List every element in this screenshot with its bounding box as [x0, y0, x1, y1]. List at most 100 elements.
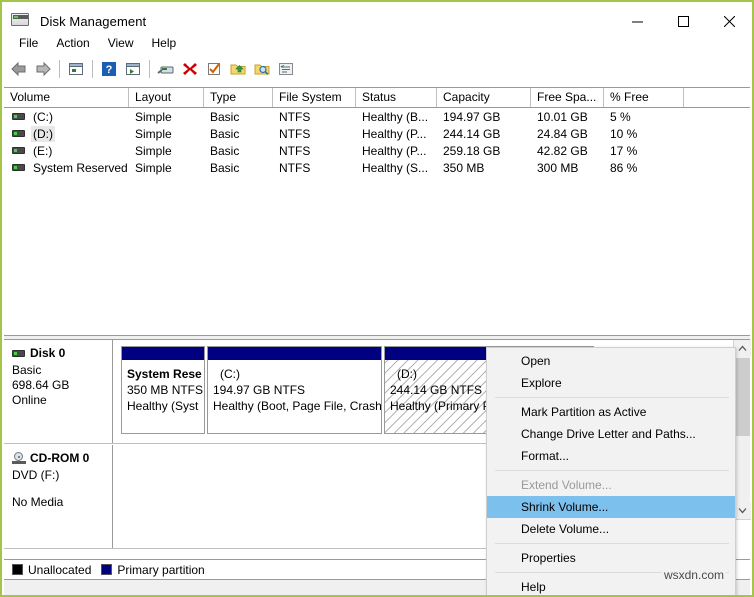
disk-name: Disk 0: [30, 346, 66, 360]
capacity-cell: 259.18 GB: [443, 143, 501, 158]
list-properties-icon[interactable]: [274, 57, 298, 81]
table-row[interactable]: (D:) Simple Basic NTFS Healthy (P... 244…: [4, 125, 750, 142]
menu-action[interactable]: Action: [47, 34, 98, 52]
volume-list-header: Volume Layout Type File System Status Ca…: [4, 88, 750, 108]
column-header-volume[interactable]: Volume: [4, 88, 129, 107]
volume-name-cell: (E:): [4, 143, 129, 159]
status-cell: Healthy (S...: [362, 160, 429, 175]
file-system-cell: NTFS: [279, 109, 311, 124]
context-menu-separator: [495, 543, 729, 544]
column-header-percent-free[interactable]: % Free: [604, 88, 684, 107]
free-space-cell: 10.01 GB: [537, 109, 588, 124]
menu-file[interactable]: File: [10, 34, 47, 52]
scrollbar-track-bottom[interactable]: [734, 519, 751, 559]
context-menu-item-properties[interactable]: Properties: [487, 547, 735, 569]
percent-free-cell: 5 %: [610, 109, 631, 124]
status-cell: Healthy (P...: [362, 143, 427, 158]
forward-arrow-icon[interactable]: [31, 57, 55, 81]
legend-label: Unallocated: [28, 562, 92, 577]
toolbar-separator: [59, 60, 60, 78]
folder-search-icon[interactable]: [250, 57, 274, 81]
toolbar-separator: [149, 60, 150, 78]
layout-cell: Simple: [135, 109, 172, 124]
volume-list-panel: Volume Layout Type File System Status Ca…: [4, 87, 750, 335]
table-row[interactable]: System Reserved Simple Basic NTFS Health…: [4, 159, 750, 176]
scrollbar-thumb[interactable]: [735, 358, 750, 436]
table-row[interactable]: (C:) Simple Basic NTFS Healthy (B... 194…: [4, 108, 750, 125]
context-menu-item-shrink-volume[interactable]: Shrink Volume...: [487, 496, 735, 518]
capacity-cell: 244.14 GB: [443, 126, 501, 141]
context-menu-separator: [495, 397, 729, 398]
table-row[interactable]: (E:) Simple Basic NTFS Healthy (P... 259…: [4, 142, 750, 159]
partition-color-bar: [122, 347, 204, 360]
free-space-cell: 300 MB: [537, 160, 579, 175]
scroll-down-icon[interactable]: [734, 502, 751, 519]
capacity-cell: 350 MB: [443, 160, 485, 175]
context-menu: Open Explore Mark Partition as Active Ch…: [486, 347, 736, 595]
volume-label: (D:): [31, 125, 55, 142]
partition-size-fs: 350 MB NTFS: [127, 383, 204, 397]
disk-management-window: Disk Management File Action View Help ? …: [0, 0, 754, 597]
percent-free-cell: 17 %: [610, 143, 638, 158]
layout-cell: Simple: [135, 160, 172, 175]
partition-label: System Rese: [127, 367, 202, 381]
drive-icon: [12, 113, 25, 120]
rescan-disks-icon[interactable]: [154, 57, 178, 81]
file-system-cell: NTFS: [279, 126, 311, 141]
cdrom-title: CD-ROM 0: [12, 451, 112, 465]
volume-list-rows: (C:) Simple Basic NTFS Healthy (B... 194…: [4, 108, 750, 176]
folder-up-icon[interactable]: [226, 57, 250, 81]
back-arrow-icon[interactable]: [7, 57, 31, 81]
free-space-cell: 42.82 GB: [537, 143, 588, 158]
show-console-tree-icon[interactable]: [121, 57, 145, 81]
disk-info-disk0: Disk 0 Basic 698.64 GB Online: [4, 340, 113, 443]
volume-name-cell: (D:): [4, 125, 129, 142]
file-system-cell: NTFS: [279, 143, 311, 158]
toolbar-separator: [92, 60, 93, 78]
status-cell: Healthy (B...: [362, 109, 429, 124]
context-menu-item-change-drive-letter-and-paths[interactable]: Change Drive Letter and Paths...: [487, 423, 735, 445]
partition-system-reserved[interactable]: System Rese 350 MB NTFS Healthy (Syst: [121, 346, 205, 434]
file-system-cell: NTFS: [279, 160, 311, 175]
disk-icon: [12, 349, 25, 357]
menu-help[interactable]: Help: [143, 34, 186, 52]
column-header-status[interactable]: Status: [356, 88, 437, 107]
context-menu-item-explore[interactable]: Explore: [487, 372, 735, 394]
disk-type: Basic: [12, 363, 42, 377]
menu-bar: File Action View Help: [2, 32, 752, 54]
column-header-capacity[interactable]: Capacity: [437, 88, 531, 107]
disk-state: Online: [12, 393, 47, 407]
menu-view[interactable]: View: [99, 34, 143, 52]
column-header-layout[interactable]: Layout: [129, 88, 204, 107]
delete-icon[interactable]: [178, 57, 202, 81]
partition-c-drive[interactable]: (C:) 194.97 GB NTFS Healthy (Boot, Page …: [207, 346, 382, 434]
context-menu-item-delete-volume[interactable]: Delete Volume...: [487, 518, 735, 540]
cdrom-type: DVD (F:): [12, 468, 60, 482]
up-one-level-icon[interactable]: [64, 57, 88, 81]
layout-cell: Simple: [135, 143, 172, 158]
help-icon[interactable]: ?: [97, 57, 121, 81]
svg-text:?: ?: [106, 64, 113, 76]
partition-label: (C:): [220, 367, 240, 381]
context-menu-item-open[interactable]: Open: [487, 350, 735, 372]
cdrom-icon: [12, 452, 26, 464]
primary-partition-swatch: [101, 564, 113, 575]
drive-icon: [12, 147, 25, 154]
properties-check-icon[interactable]: [202, 57, 226, 81]
disk-icon: [11, 13, 31, 29]
column-header-file-system[interactable]: File System: [273, 88, 356, 107]
legend-item-primary-partition: Primary partition: [101, 563, 205, 577]
context-menu-item-format[interactable]: Format...: [487, 445, 735, 467]
partition-status: Healthy (Boot, Page File, Crash: [213, 399, 382, 413]
volume-label: System Reserved: [33, 160, 128, 175]
capacity-cell: 194.97 GB: [443, 109, 501, 124]
layout-cell: Simple: [135, 126, 172, 141]
volume-name-cell: System Reserved: [4, 160, 129, 176]
scroll-up-icon[interactable]: [734, 340, 751, 357]
column-header-free-space[interactable]: Free Spa...: [531, 88, 604, 107]
drive-icon: [12, 130, 25, 137]
cdrom-state: No Media: [12, 495, 64, 509]
disk-size: 698.64 GB: [12, 378, 70, 392]
column-header-type[interactable]: Type: [204, 88, 273, 107]
context-menu-item-mark-partition-as-active[interactable]: Mark Partition as Active: [487, 401, 735, 423]
